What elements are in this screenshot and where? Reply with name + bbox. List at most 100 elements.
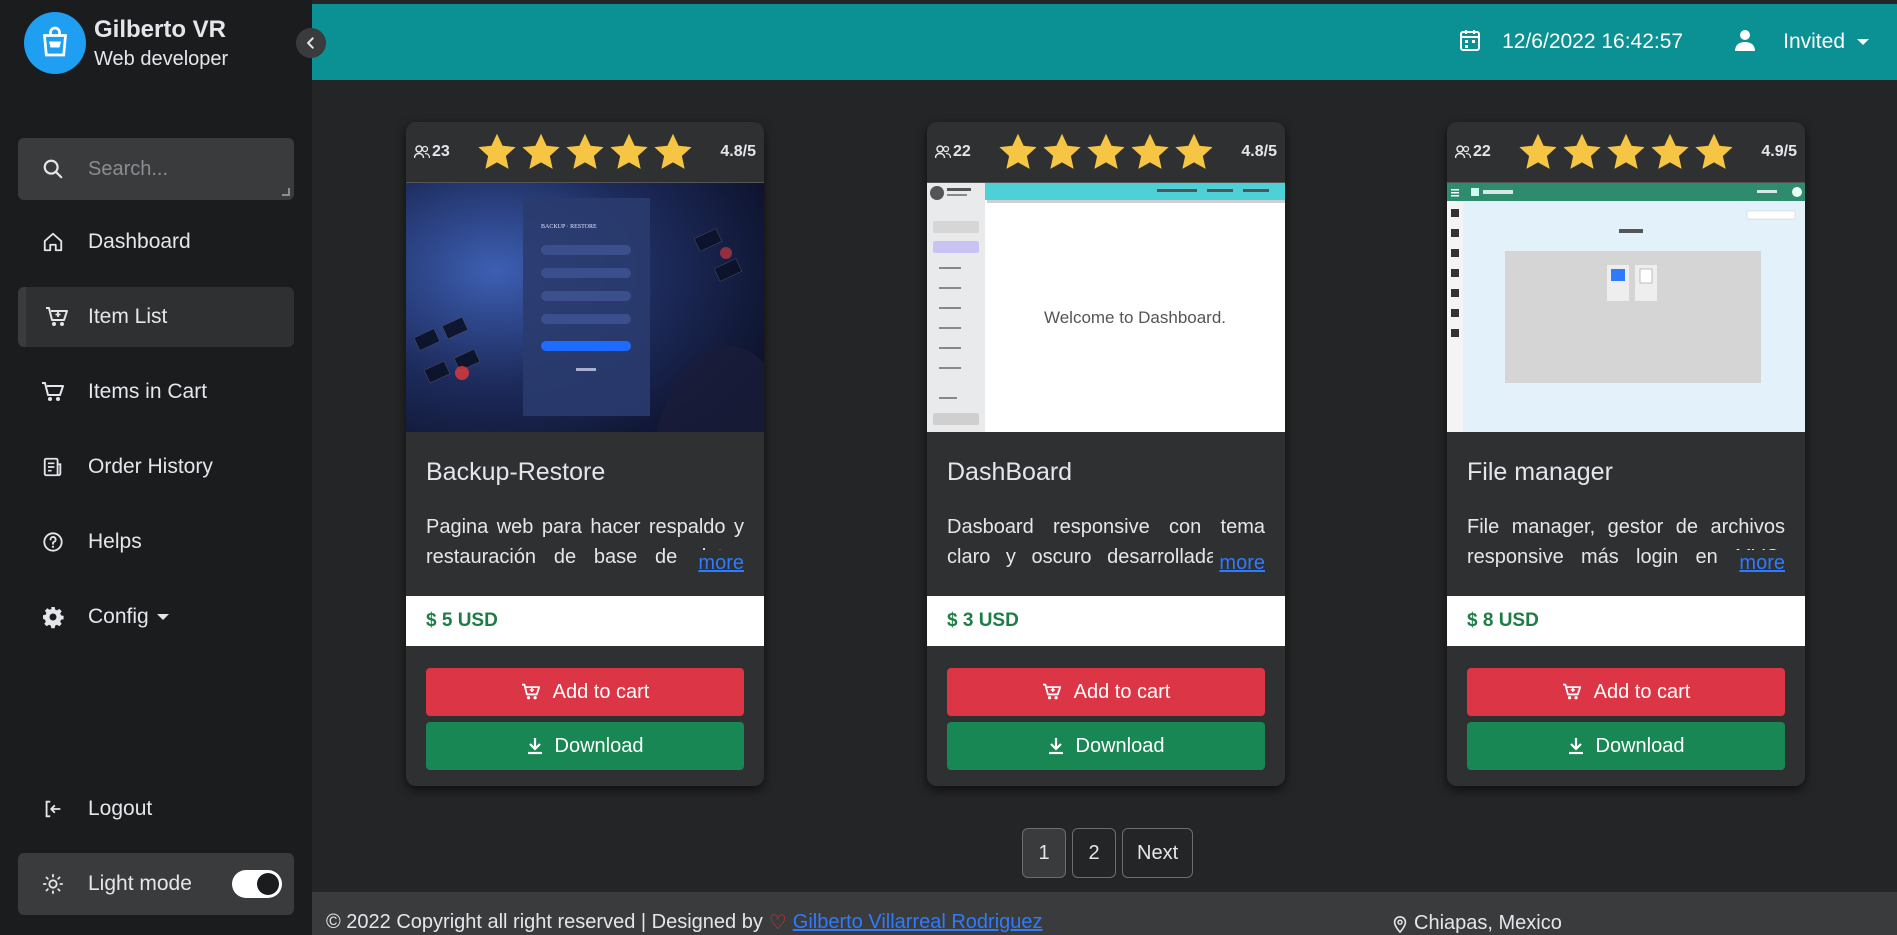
search-box[interactable] <box>18 138 294 200</box>
product-card: 23 4.8/5 BACKUP · RESTORE Backup-Restore… <box>406 122 764 786</box>
product-title: File manager <box>1467 458 1613 486</box>
sidebar-item-item-list[interactable]: Item List <box>18 287 294 347</box>
users-number: 22 <box>1473 143 1491 160</box>
sidebar-item-order-history[interactable]: Order History <box>18 437 294 497</box>
star-icon <box>610 133 648 169</box>
users-icon <box>935 145 951 159</box>
add-to-cart-button[interactable]: Add to cart <box>947 668 1265 716</box>
heart-icon: ♡ <box>768 912 787 934</box>
download-icon <box>1568 738 1583 755</box>
download-label: Download <box>1595 734 1685 757</box>
cart-plus-icon <box>521 683 540 700</box>
sidebar-item-dashboard[interactable]: Dashboard <box>18 212 294 272</box>
product-title: DashBoard <box>947 458 1073 486</box>
page-1-button[interactable]: 1 <box>1022 828 1066 878</box>
product-description: Pagina web para hacer respaldo y restaur… <box>426 512 744 576</box>
question-icon <box>18 531 88 553</box>
cart-icon <box>18 381 88 403</box>
star-rating <box>476 132 720 172</box>
star-icon <box>522 133 560 169</box>
product-price: $ 5 USD <box>406 596 764 646</box>
star-icon <box>1563 133 1601 169</box>
add-to-cart-button[interactable]: Add to cart <box>1467 668 1785 716</box>
sidebar-item-helps[interactable]: Helps <box>18 512 294 572</box>
product-price: $ 3 USD <box>927 596 1285 646</box>
star-icon <box>1695 133 1733 169</box>
user-menu[interactable]: Invited <box>1783 30 1869 54</box>
brand[interactable]: Gilberto VR Web developer <box>24 12 228 74</box>
star-icon <box>654 133 692 169</box>
product-title: Backup-Restore <box>426 458 606 486</box>
sidebar-item-items-in-cart[interactable]: Items in Cart <box>18 362 294 422</box>
home-icon <box>18 231 88 253</box>
footer-credits: © 2022 Copyright all right reserved | De… <box>326 910 1043 935</box>
receipt-icon <box>18 456 88 478</box>
shopping-bag-logo-icon <box>24 12 86 74</box>
footer: © 2022 Copyright all right reserved | De… <box>312 892 1897 935</box>
sidebar-item-label: Helps <box>88 530 142 553</box>
users-icon <box>414 145 430 159</box>
users-count: 22 <box>1455 143 1517 161</box>
sidebar-item-label: Dashboard <box>88 230 191 253</box>
download-button[interactable]: Download <box>426 722 744 770</box>
resize-grip-icon[interactable] <box>282 188 290 196</box>
users-count: 22 <box>935 143 997 161</box>
users-number: 22 <box>953 143 971 160</box>
product-thumbnail[interactable] <box>1447 182 1805 432</box>
download-icon <box>527 738 542 755</box>
search-input[interactable] <box>88 157 278 181</box>
add-to-cart-label: Add to cart <box>1073 680 1171 703</box>
download-button[interactable]: Download <box>1467 722 1785 770</box>
download-label: Download <box>1075 734 1165 757</box>
svg-text:BACKUP · RESTORE: BACKUP · RESTORE <box>541 224 597 230</box>
pagination: 1 2 Next <box>1022 828 1194 878</box>
logout-icon <box>18 798 88 820</box>
more-link[interactable]: more <box>1213 550 1265 576</box>
product-description: Dasboard responsive con tema claro y osc… <box>947 512 1265 576</box>
footer-location: Chiapas, Mexico <box>1392 912 1562 935</box>
next-page-button[interactable]: Next <box>1122 828 1194 878</box>
star-rating <box>997 132 1241 172</box>
search-icon <box>18 158 88 180</box>
sidebar-item-label: Order History <box>88 455 213 478</box>
star-icon <box>478 133 516 169</box>
download-label: Download <box>554 734 644 757</box>
product-card: 22 4.8/5 Welcome to Dashboard. DashBoard… <box>927 122 1285 786</box>
download-button[interactable]: Download <box>947 722 1265 770</box>
logout-button[interactable]: Logout <box>18 779 294 839</box>
light-mode-toggle[interactable] <box>232 870 282 898</box>
product-thumbnail[interactable]: BACKUP · RESTORE <box>406 182 764 432</box>
more-link[interactable]: more <box>1733 550 1785 576</box>
chevron-left-icon <box>307 37 314 49</box>
star-icon <box>1175 133 1213 169</box>
star-icon <box>1131 133 1169 169</box>
author-link[interactable]: Gilberto Villarreal Rodriguez <box>793 911 1043 934</box>
location-pin-icon <box>1393 915 1407 933</box>
location-text: Chiapas, Mexico <box>1414 912 1562 934</box>
sidebar: Gilberto VR Web developer Dashboard Item… <box>0 0 312 935</box>
cart-plus-icon <box>1042 683 1061 700</box>
top-bar: 12/6/2022 16:42:57 Invited <box>312 4 1897 80</box>
cart-plus-icon <box>1562 683 1581 700</box>
more-link[interactable]: more <box>692 550 744 576</box>
sidebar-item-label: Items in Cart <box>88 380 208 403</box>
light-mode-switch[interactable]: Light mode <box>18 853 294 915</box>
star-icon <box>999 133 1037 169</box>
star-rating <box>1517 132 1761 172</box>
user-icon <box>1735 29 1756 56</box>
add-to-cart-button[interactable]: Add to cart <box>426 668 744 716</box>
product-description: File manager, gestor de archivos respons… <box>1467 512 1785 576</box>
sidebar-item-config[interactable]: Config <box>18 587 294 647</box>
datetime-display: 12/6/2022 16:42:57 <box>1502 30 1684 53</box>
page-2-button[interactable]: 2 <box>1072 828 1116 878</box>
dashboard-preview-text: Welcome to Dashboard. <box>1044 308 1226 327</box>
sun-icon <box>18 873 88 895</box>
users-number: 23 <box>432 143 450 160</box>
add-to-cart-label: Add to cart <box>1593 680 1691 703</box>
product-thumbnail[interactable]: Welcome to Dashboard. <box>927 182 1285 432</box>
star-icon <box>1651 133 1689 169</box>
caret-down-icon <box>1857 39 1869 46</box>
sidebar-collapse-button[interactable] <box>296 28 326 58</box>
download-icon <box>1048 738 1063 755</box>
star-icon <box>1087 133 1125 169</box>
